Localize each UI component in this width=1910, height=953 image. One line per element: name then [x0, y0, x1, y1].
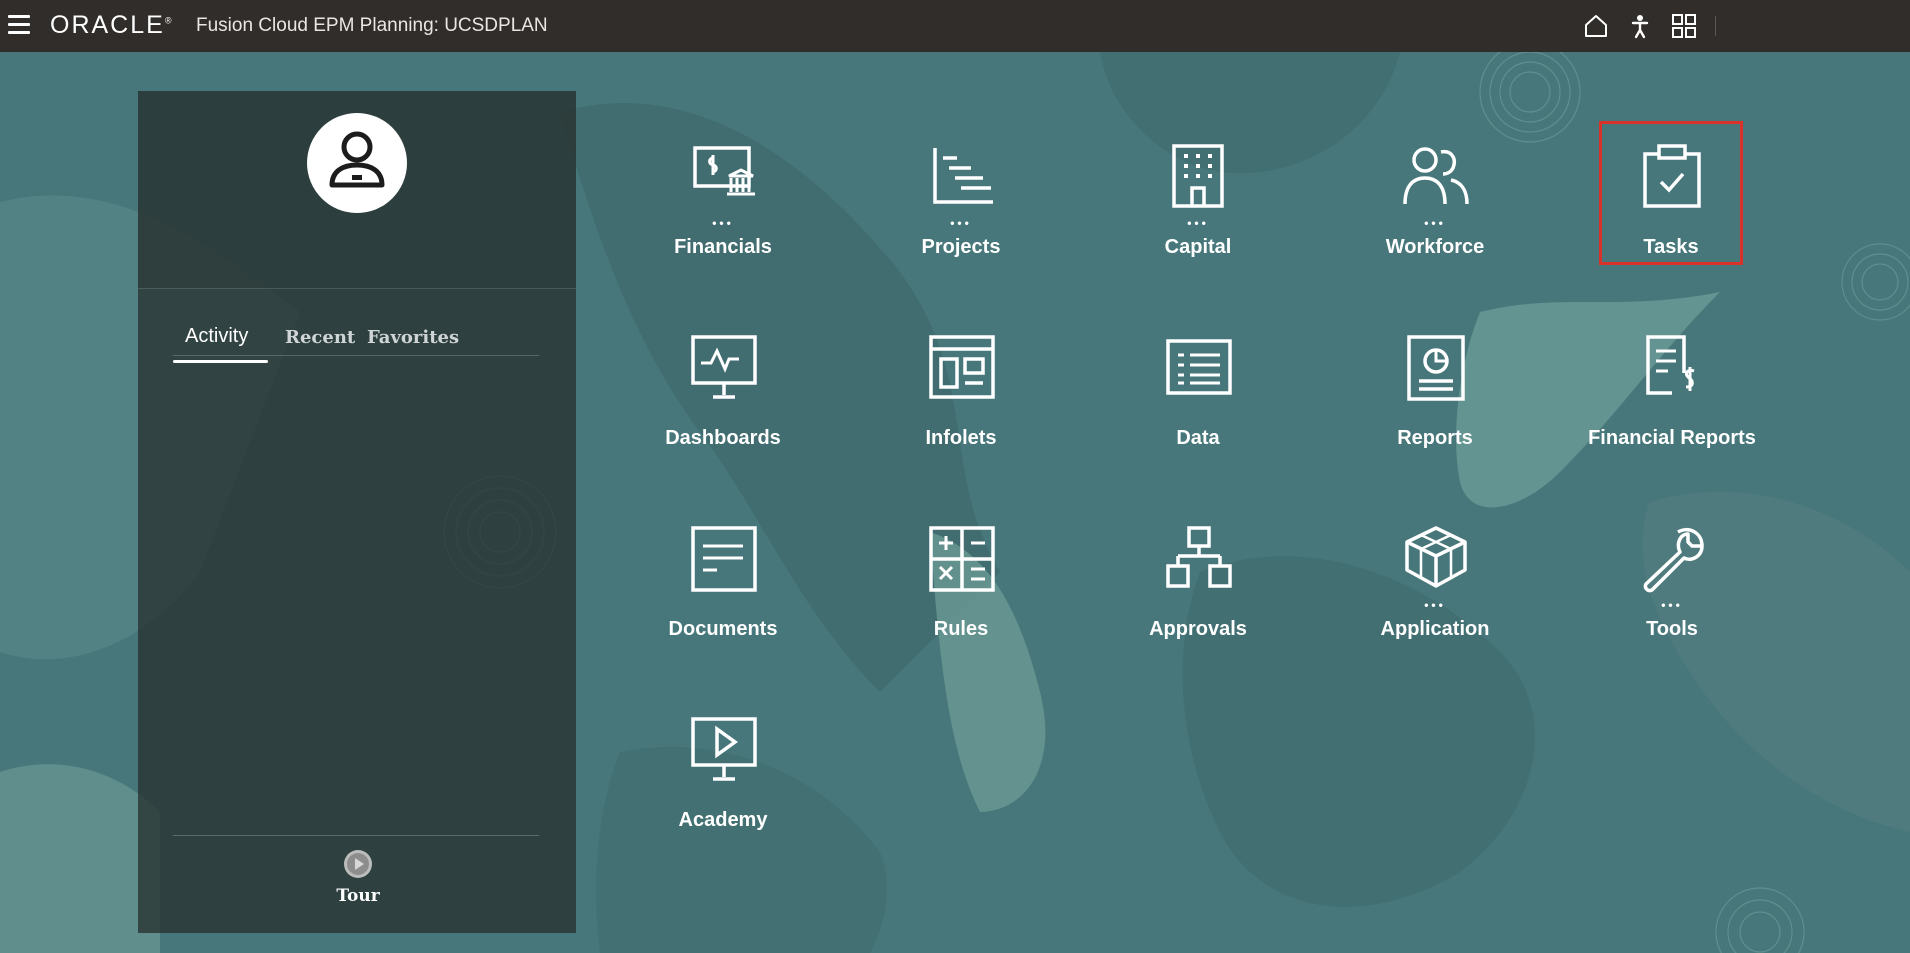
tile-label: Tasks [1643, 236, 1699, 258]
tile-label: Documents [668, 618, 778, 640]
approvals-hierarchy-icon [1166, 526, 1232, 588]
tile-infolets[interactable]: Infolets [876, 315, 1046, 453]
more-dots: ••• [1424, 598, 1446, 612]
tile-capital[interactable]: ••• Capital [1113, 124, 1283, 262]
brand-text: ORACLE [50, 11, 165, 39]
tile-label: Dashboards [665, 427, 781, 449]
tile-label: Financials [674, 236, 772, 258]
tour-button[interactable]: Tour [318, 849, 398, 906]
tile-label: Approvals [1149, 618, 1247, 640]
global-header: ORACLE® Fusion Cloud EPM Planning: UCSDP… [0, 0, 1910, 52]
academy-play-icon [691, 717, 757, 781]
more-dots: ••• [950, 216, 972, 230]
app-title: Fusion Cloud EPM Planning: UCSDPLAN [196, 15, 548, 36]
projects-icon [933, 148, 993, 204]
documents-icon [691, 526, 757, 592]
tile-data[interactable]: Data [1113, 315, 1283, 453]
workforce-people-icon [1403, 147, 1469, 205]
tile-label: Data [1176, 427, 1220, 449]
tile-approvals[interactable]: Approvals [1113, 506, 1283, 644]
oracle-logo[interactable]: ORACLE® [50, 11, 171, 40]
tools-wrench-icon [1643, 527, 1704, 593]
tile-label: Academy [678, 809, 768, 831]
data-grid-icon [1166, 339, 1232, 395]
home-icon[interactable] [1582, 12, 1610, 40]
financial-reports-icon [1646, 335, 1695, 395]
more-dots: ••• [712, 216, 734, 230]
tab-activity[interactable]: Activity [185, 325, 248, 348]
activity-panel: Activity Recent Favorites Tour [138, 91, 576, 933]
financials-icon [693, 146, 755, 196]
tile-workforce[interactable]: ••• Workforce [1350, 124, 1520, 262]
tile-label: Financial Reports [1588, 427, 1756, 449]
play-circle-icon [344, 850, 372, 878]
tab-favorites[interactable]: Favorites [367, 327, 459, 348]
more-dots: ••• [1424, 216, 1446, 230]
tour-label: Tour [336, 886, 380, 906]
tile-label: Rules [933, 618, 989, 640]
user-icon [329, 131, 385, 188]
more-dots: ••• [1661, 598, 1683, 612]
tile-financials[interactable]: ••• Financials [638, 124, 808, 262]
panel-tabs: Activity Recent Favorites [173, 325, 539, 363]
tile-projects[interactable]: ••• Projects [876, 124, 1046, 262]
tab-recent[interactable]: Recent [285, 327, 355, 348]
tile-reports[interactable]: Reports [1350, 315, 1520, 453]
tile-tasks[interactable]: Tasks [1599, 121, 1743, 265]
brand-mark: ® [164, 15, 172, 26]
tile-tools[interactable]: ••• Tools [1587, 506, 1757, 644]
more-dots: ••• [1187, 216, 1209, 230]
tile-label: Reports [1397, 427, 1473, 449]
tile-label: Infolets [925, 427, 997, 449]
tile-label: Application [1380, 618, 1490, 640]
tile-financial-reports[interactable]: Financial Reports [1587, 315, 1757, 453]
tile-label: Tools [1646, 618, 1698, 640]
infolets-icon [929, 335, 995, 399]
dashboards-monitor-icon [691, 335, 757, 399]
reports-icon [1407, 335, 1465, 401]
active-tab-indicator [173, 360, 268, 363]
navigator-menu-icon[interactable] [8, 15, 30, 35]
tile-dashboards[interactable]: Dashboards [638, 315, 808, 453]
tile-label: Workforce [1385, 236, 1485, 258]
application-cube-icon [1405, 526, 1467, 588]
navigator-grid-icon[interactable] [1670, 12, 1698, 40]
header-divider [1715, 16, 1716, 36]
tile-academy[interactable]: Academy [638, 697, 808, 835]
user-avatar[interactable] [307, 113, 407, 213]
rules-calculator-icon [929, 526, 995, 592]
tile-documents[interactable]: Documents [638, 506, 808, 644]
tile-rules[interactable]: Rules [876, 506, 1046, 644]
tile-label: Projects [921, 236, 1001, 258]
panel-divider [173, 835, 539, 836]
tile-application[interactable]: ••• Application [1350, 506, 1520, 644]
tasks-clipboard-icon [1643, 144, 1701, 208]
accessibility-icon[interactable] [1626, 12, 1654, 40]
profile-area [138, 91, 576, 289]
tile-label: Capital [1164, 236, 1232, 258]
capital-building-icon [1172, 144, 1224, 208]
